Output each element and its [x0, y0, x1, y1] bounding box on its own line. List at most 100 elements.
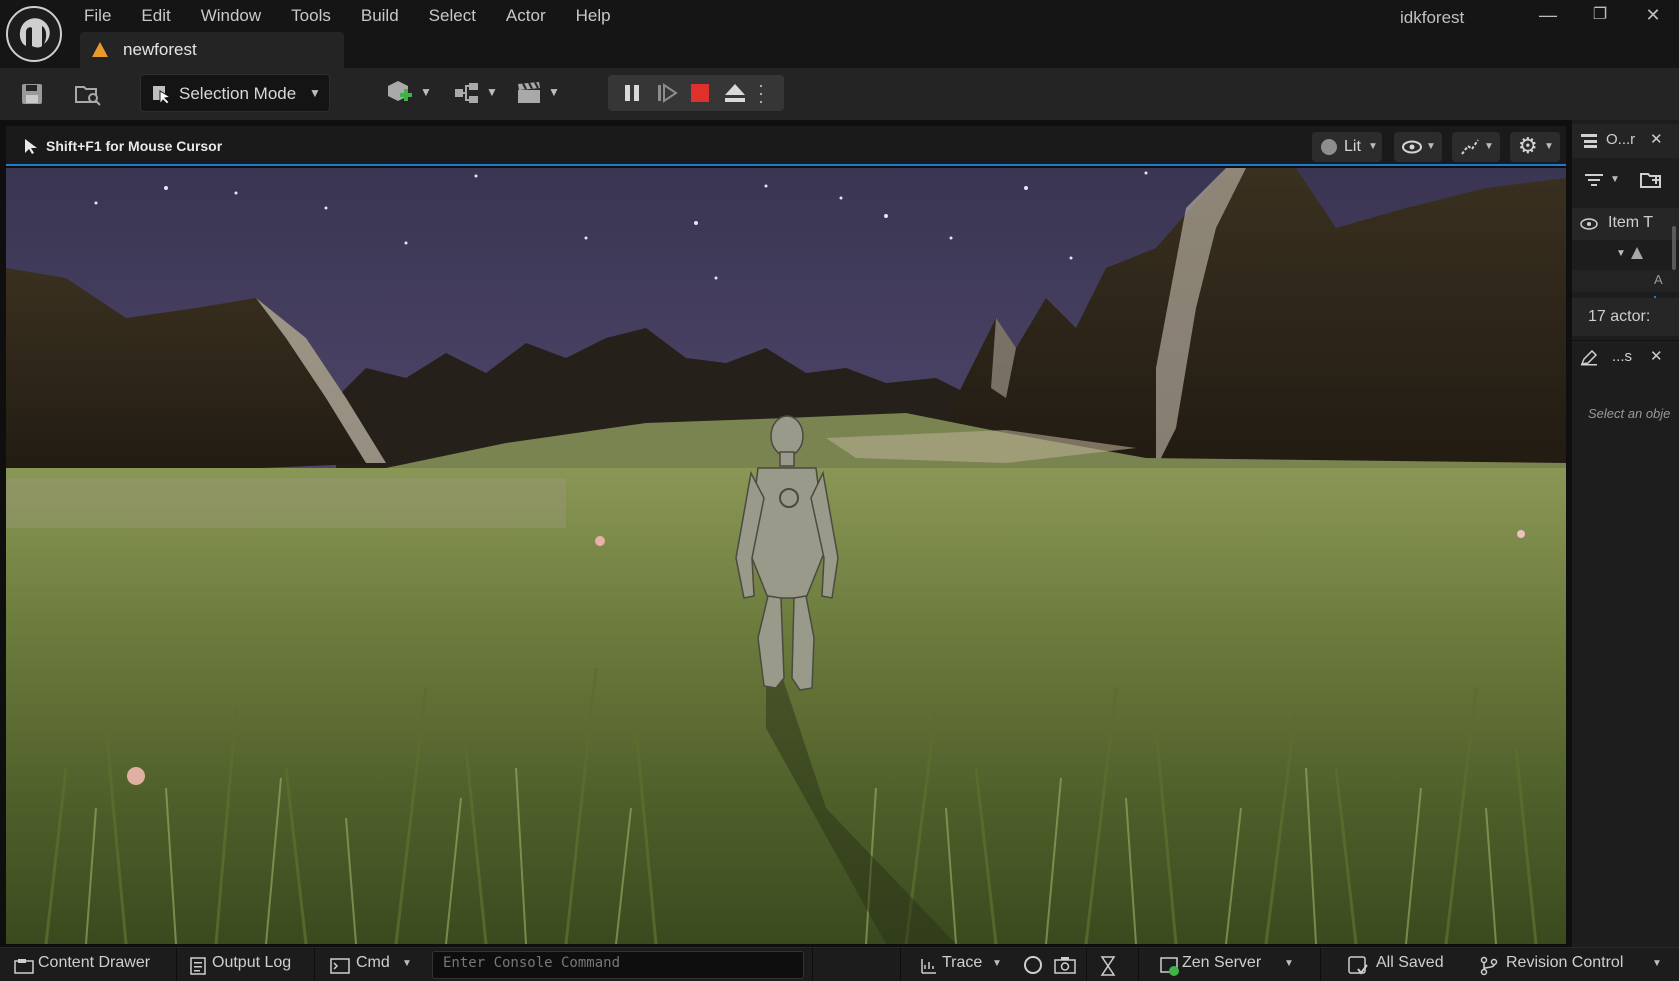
menu-edit[interactable]: Edit	[141, 4, 184, 28]
unreal-logo-icon[interactable]	[6, 6, 62, 62]
selection-mode-dropdown[interactable]: Selection Mode ▼	[140, 74, 330, 112]
show-flags-dropdown[interactable]: ▼	[1394, 132, 1442, 162]
chevron-down-icon: ▼	[309, 86, 321, 100]
outliner-row-label: A	[1654, 272, 1663, 287]
menu-build[interactable]: Build	[361, 4, 413, 28]
chevron-down-icon: ▼	[402, 958, 412, 969]
world-icon	[1631, 247, 1643, 259]
close-icon[interactable]: ✕	[1650, 130, 1663, 148]
restore-button[interactable]: ❐	[1580, 2, 1620, 28]
filter-icon[interactable]	[1584, 172, 1604, 188]
visibility-eye-icon[interactable]	[1580, 218, 1598, 230]
stop-icon[interactable]	[690, 83, 710, 103]
close-button[interactable]: ✕	[1633, 2, 1673, 28]
actor-count-bar: 17 actor:	[1572, 298, 1679, 336]
view-mode-dropdown[interactable]: Lit ▼	[1312, 132, 1382, 162]
menu-select[interactable]: Select	[429, 4, 490, 28]
scrollbar-thumb[interactable]	[1672, 226, 1676, 270]
viewport-header: Shift+F1 for Mouse Cursor Lit ▼ ▼ ▼ ⚙ ▼	[6, 126, 1566, 166]
gear-icon: ⚙	[1518, 133, 1538, 158]
trace-label: Trace	[942, 954, 983, 971]
cmd-dropdown[interactable]: Cmd ▼	[330, 948, 424, 981]
right-panel: O...r ✕ ▼ Item T ▼ A 17 actor: ...s ✕ Se…	[1572, 120, 1679, 947]
cinematics-button[interactable]: ▼	[514, 78, 564, 108]
details-pencil-icon	[1580, 350, 1598, 366]
view-mode-label: Lit	[1344, 138, 1361, 155]
content-drawer-label: Content Drawer	[38, 954, 151, 971]
content-drawer-button[interactable]: Content Drawer	[8, 948, 174, 981]
selection-mode-label: Selection Mode	[179, 84, 297, 103]
item-column-header[interactable]: Item T	[1608, 214, 1678, 232]
project-name: idkforest	[1400, 8, 1465, 27]
scalability-dropdown[interactable]: ▼	[1452, 132, 1500, 162]
menu-window[interactable]: Window	[201, 4, 275, 28]
all-saved-icon	[1348, 956, 1368, 975]
status-bar: Content Drawer Output Log Cmd ▼ Enter Co…	[0, 947, 1679, 981]
save-status-button[interactable]: All Saved	[1348, 948, 1452, 981]
add-actor-button[interactable]: ▼	[384, 78, 434, 108]
screenshot-camera-icon[interactable]	[1054, 956, 1076, 974]
details-title: ...s	[1612, 348, 1633, 365]
console-command-input[interactable]: Enter Console Command	[432, 951, 804, 979]
main-menu: File Edit Window Tools Build Select Acto…	[84, 4, 641, 28]
divider	[1086, 948, 1087, 981]
outliner-tab[interactable]: O...r ✕	[1572, 124, 1679, 158]
divider	[314, 948, 315, 981]
revision-control-icon	[1480, 956, 1498, 976]
blueprints-button[interactable]: ▼	[452, 78, 502, 108]
outliner-row[interactable]: A	[1572, 270, 1679, 292]
viewport-settings-dropdown[interactable]: ⚙ ▼	[1510, 132, 1560, 162]
cmd-label: Cmd	[356, 954, 390, 971]
menu-tools[interactable]: Tools	[291, 4, 345, 28]
main-toolbar: Selection Mode ▼ ▼ ▼ ▼ · · ·	[0, 68, 1679, 120]
output-log-button[interactable]: Output Log	[186, 948, 310, 981]
chevron-down-icon: ▼	[1484, 141, 1494, 152]
expand-arrow-icon[interactable]: ▼	[1616, 248, 1626, 259]
minimize-button[interactable]: —	[1528, 2, 1568, 28]
level-tab[interactable]: newforest	[80, 32, 344, 68]
details-tab[interactable]: ...s ✕	[1572, 340, 1679, 374]
trace-icon	[921, 959, 936, 974]
step-frame-icon[interactable]	[656, 83, 678, 103]
hourglass-icon[interactable]	[1100, 956, 1116, 976]
zen-server-icon	[1160, 957, 1179, 976]
zen-server-label: Zen Server	[1182, 954, 1262, 971]
details-empty-text: Select an obje	[1588, 406, 1671, 421]
pause-icon[interactable]	[622, 83, 642, 103]
select-arrow-icon	[153, 86, 172, 105]
level-tab-label: newforest	[123, 40, 197, 59]
terminal-icon	[330, 958, 350, 974]
divider	[812, 948, 813, 981]
revision-control-dropdown[interactable]: Revision Control ▼	[1480, 948, 1676, 981]
performance-icon	[1461, 139, 1479, 155]
zen-server-dropdown[interactable]: Zen Server ▼	[1158, 948, 1298, 981]
record-icon[interactable]	[1024, 956, 1042, 974]
cursor-icon	[25, 139, 37, 154]
title-bar: File Edit Window Tools Build Select Acto…	[0, 0, 1679, 70]
add-folder-icon[interactable]	[1640, 170, 1664, 190]
game-scene[interactable]	[6, 168, 1566, 944]
save-icon[interactable]	[20, 82, 44, 106]
actor-count: 17 actor:	[1588, 308, 1651, 325]
trace-dropdown[interactable]: Trace ▼	[918, 948, 1008, 981]
menu-file[interactable]: File	[84, 4, 125, 28]
eject-icon[interactable]	[724, 83, 746, 103]
menu-actor[interactable]: Actor	[506, 4, 560, 28]
add-actor-icon	[388, 81, 412, 101]
divider	[1138, 948, 1139, 981]
play-controls: · · ·	[608, 75, 784, 111]
divider	[176, 948, 177, 981]
browse-content-icon[interactable]	[74, 82, 102, 106]
outliner-icon	[1581, 134, 1597, 148]
chevron-down-icon: ▼	[1544, 141, 1554, 152]
forest-landscape-image	[6, 168, 1566, 944]
more-options-icon[interactable]: · · ·	[758, 76, 764, 110]
close-icon[interactable]: ✕	[1650, 347, 1663, 365]
output-log-icon	[190, 957, 206, 975]
chevron-down-icon: ▼	[1368, 141, 1378, 152]
all-saved-label: All Saved	[1376, 954, 1444, 971]
outliner-title: O...r	[1606, 131, 1636, 148]
eye-icon	[1402, 140, 1422, 154]
menu-help[interactable]: Help	[576, 4, 625, 28]
chevron-down-icon[interactable]: ▼	[1610, 174, 1620, 185]
